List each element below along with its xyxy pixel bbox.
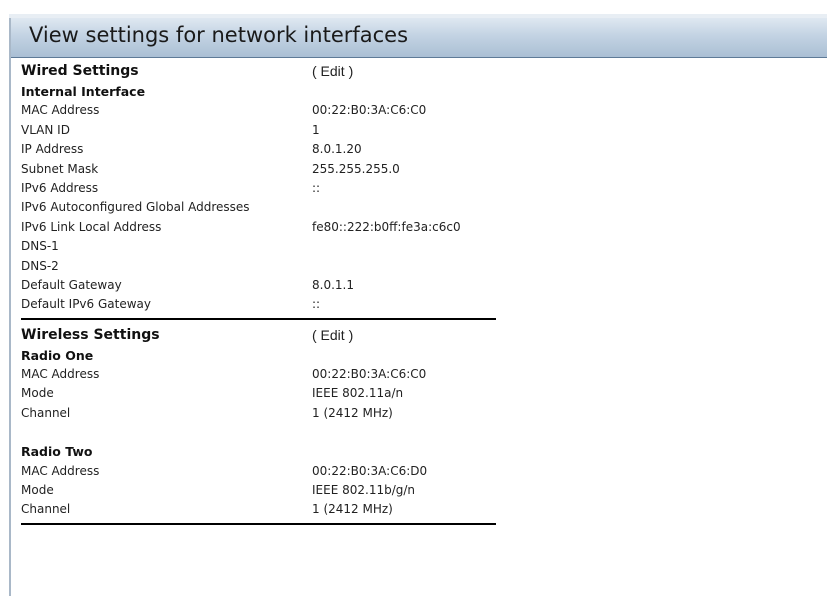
row-value: 1 (2412 MHz) <box>312 502 393 517</box>
row-value: IEEE 802.11a/n <box>312 386 404 401</box>
wired-row-ipv6-autoconfigured: IPv6 Autoconfigured Global Addresses <box>21 198 801 217</box>
radio-two-row-mode: Mode IEEE 802.11b/g/n <box>21 481 801 500</box>
wired-row-dns-1: DNS-1 <box>21 237 801 256</box>
wired-row-ipv6-address: IPv6 Address :: <box>21 179 801 198</box>
row-value: :: <box>312 297 321 312</box>
row-label: MAC Address <box>21 463 100 478</box>
row-value: 8.0.1.1 <box>312 277 354 292</box>
internal-interface-header: Internal Interface <box>21 82 801 101</box>
row-value: 1 (2412 MHz) <box>312 405 393 420</box>
row-value: 1 <box>312 122 320 137</box>
radio-one-row-channel: Channel 1 (2412 MHz) <box>21 404 801 423</box>
row-label: IPv6 Address <box>21 180 99 195</box>
wired-row-ip-address: IP Address 8.0.1.20 <box>21 140 801 159</box>
row-value: fe80::222:b0ff:fe3a:c6c0 <box>312 219 461 234</box>
row-label: Channel <box>21 405 71 420</box>
row-label: Mode <box>21 386 54 401</box>
row-label: MAC Address <box>21 103 100 118</box>
row-label: VLAN ID <box>21 122 70 137</box>
row-label: DNS-1 <box>21 239 59 254</box>
page-header: View settings for network interfaces <box>11 18 827 58</box>
radio-one-header: Radio One <box>21 346 801 365</box>
row-value: 255.255.255.0 <box>312 161 400 176</box>
row-value: 00:22:B0:3A:C6:C0 <box>312 103 427 118</box>
page-left-border <box>9 18 11 596</box>
wireless-settings-header: Wireless Settings ( Edit ) <box>21 324 801 346</box>
row-label: Subnet Mask <box>21 161 99 176</box>
wired-row-dns-2: DNS-2 <box>21 257 801 276</box>
wired-row-subnet-mask: Subnet Mask 255.255.255.0 <box>21 160 801 179</box>
section-divider <box>21 317 496 320</box>
row-value: 00:22:B0:3A:C6:D0 <box>312 463 428 478</box>
wired-row-default-ipv6-gateway: Default IPv6 Gateway :: <box>21 295 801 314</box>
row-label: MAC Address <box>21 367 100 382</box>
radio-one-row-mode: Mode IEEE 802.11a/n <box>21 384 801 403</box>
section-divider <box>21 522 496 525</box>
wired-settings-header: Wired Settings ( Edit ) <box>21 60 801 82</box>
radio-one-heading: Radio One <box>21 347 94 363</box>
wireless-edit-link[interactable]: ( Edit ) <box>312 324 353 346</box>
row-value: 8.0.1.20 <box>312 142 362 157</box>
row-value: IEEE 802.11b/g/n <box>312 483 416 498</box>
row-label: IP Address <box>21 142 84 157</box>
settings-content: Wired Settings ( Edit ) Internal Interfa… <box>21 60 801 529</box>
wireless-settings-heading: Wireless Settings <box>21 326 160 343</box>
radio-two-header: Radio Two <box>21 442 801 461</box>
radio-two-row-mac-address: MAC Address 00:22:B0:3A:C6:D0 <box>21 462 801 481</box>
radio-two-heading: Radio Two <box>21 444 93 460</box>
internal-interface-heading: Internal Interface <box>21 84 146 99</box>
page-title: View settings for network interfaces <box>29 23 409 47</box>
wired-edit-link[interactable]: ( Edit ) <box>312 60 353 82</box>
row-label: IPv6 Link Local Address <box>21 219 162 234</box>
wired-row-mac-address: MAC Address 00:22:B0:3A:C6:C0 <box>21 101 801 120</box>
wired-row-vlan-id: VLAN ID 1 <box>21 121 801 140</box>
wired-row-default-gateway: Default Gateway 8.0.1.1 <box>21 276 801 295</box>
row-label: Channel <box>21 502 71 517</box>
radio-one-row-mac-address: MAC Address 00:22:B0:3A:C6:C0 <box>21 365 801 384</box>
row-label: IPv6 Autoconfigured Global Addresses <box>21 200 250 215</box>
row-value: 00:22:B0:3A:C6:C0 <box>312 367 427 382</box>
radio-two-row-channel: Channel 1 (2412 MHz) <box>21 500 801 519</box>
row-label: Default Gateway <box>21 277 122 292</box>
wired-row-ipv6-link-local: IPv6 Link Local Address fe80::222:b0ff:f… <box>21 218 801 237</box>
row-value: :: <box>312 180 321 195</box>
row-label: Default IPv6 Gateway <box>21 297 151 312</box>
radio-spacer <box>21 423 801 442</box>
row-label: DNS-2 <box>21 258 59 273</box>
row-label: Mode <box>21 483 54 498</box>
wired-settings-heading: Wired Settings <box>21 63 139 79</box>
